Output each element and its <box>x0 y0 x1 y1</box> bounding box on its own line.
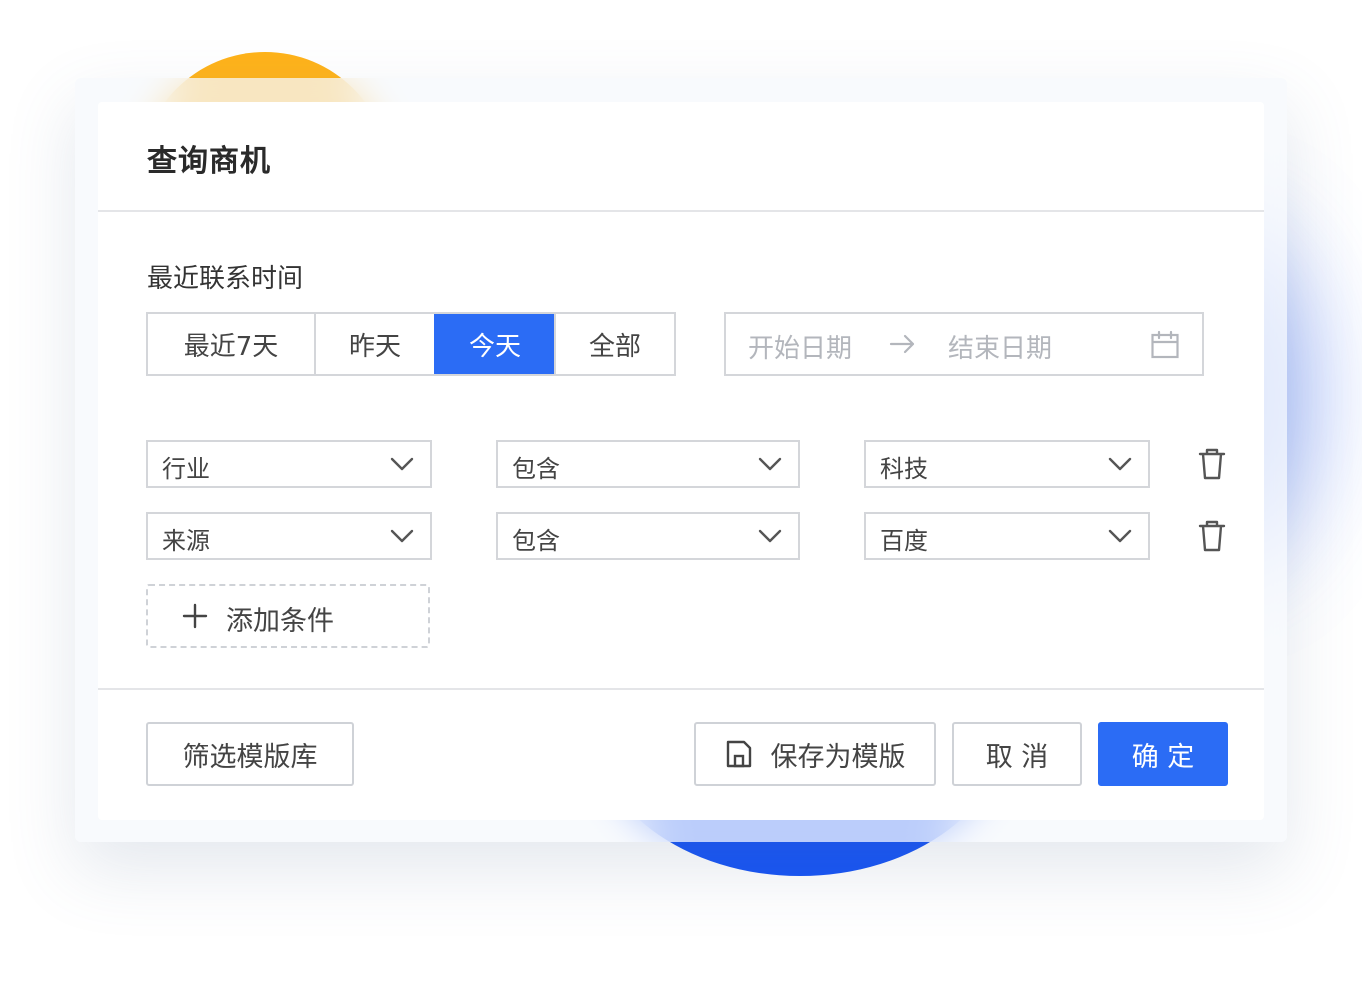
confirm-button[interactable]: 确 定 <box>1098 722 1228 786</box>
time-range-segmented-control: 最近7天 昨天 今天 全部 <box>146 312 676 376</box>
chevron-down-icon <box>1108 457 1132 471</box>
time-option-all[interactable]: 全部 <box>554 314 674 374</box>
add-condition-button[interactable]: 添加条件 <box>146 584 430 648</box>
footer-divider <box>98 688 1264 690</box>
confirm-label: 确 定 <box>1131 741 1195 773</box>
query-opportunity-dialog: 查询商机 最近联系时间 最近7天 昨天 今天 全部 开始日期 结束日期 行业 包… <box>98 102 1264 820</box>
condition-value-text: 百度 <box>880 527 928 555</box>
cancel-button[interactable]: 取 消 <box>952 722 1082 786</box>
last-contact-time-label: 最近联系时间 <box>147 264 304 294</box>
plus-icon <box>182 603 208 629</box>
header-divider <box>98 210 1264 212</box>
time-option-last-7-days[interactable]: 最近7天 <box>148 314 314 374</box>
condition-field-value: 行业 <box>162 455 210 483</box>
condition-operator-value: 包含 <box>512 527 560 555</box>
add-condition-label: 添加条件 <box>226 606 334 637</box>
save-as-template-button[interactable]: 保存为模版 <box>694 722 936 786</box>
chevron-down-icon <box>1108 529 1132 543</box>
cancel-label: 取 消 <box>985 741 1049 773</box>
time-option-today[interactable]: 今天 <box>434 314 554 374</box>
condition-field-value: 来源 <box>162 527 210 555</box>
condition-value-select[interactable]: 百度 <box>864 512 1150 560</box>
chevron-down-icon <box>758 529 782 543</box>
condition-operator-value: 包含 <box>512 455 560 483</box>
condition-field-select[interactable]: 来源 <box>146 512 432 560</box>
start-date-placeholder[interactable]: 开始日期 <box>748 328 852 365</box>
condition-operator-select[interactable]: 包含 <box>496 512 800 560</box>
date-range-picker[interactable]: 开始日期 结束日期 <box>724 312 1204 376</box>
time-option-yesterday[interactable]: 昨天 <box>314 314 434 374</box>
chevron-down-icon <box>390 529 414 543</box>
chevron-down-icon <box>390 457 414 471</box>
condition-value-text: 科技 <box>880 455 928 483</box>
save-as-template-label: 保存为模版 <box>770 741 906 773</box>
template-library-button[interactable]: 筛选模版库 <box>146 722 354 786</box>
condition-operator-select[interactable]: 包含 <box>496 440 800 488</box>
delete-condition-icon[interactable] <box>1197 519 1227 553</box>
delete-condition-icon[interactable] <box>1197 447 1227 481</box>
condition-value-select[interactable]: 科技 <box>864 440 1150 488</box>
end-date-placeholder[interactable]: 结束日期 <box>948 328 1052 365</box>
save-icon <box>726 740 751 768</box>
arrow-right-icon <box>889 334 915 354</box>
template-library-label: 筛选模版库 <box>182 741 318 773</box>
chevron-down-icon <box>758 457 782 471</box>
condition-field-select[interactable]: 行业 <box>146 440 432 488</box>
calendar-icon[interactable] <box>1150 330 1180 360</box>
dialog-title: 查询商机 <box>147 144 271 179</box>
